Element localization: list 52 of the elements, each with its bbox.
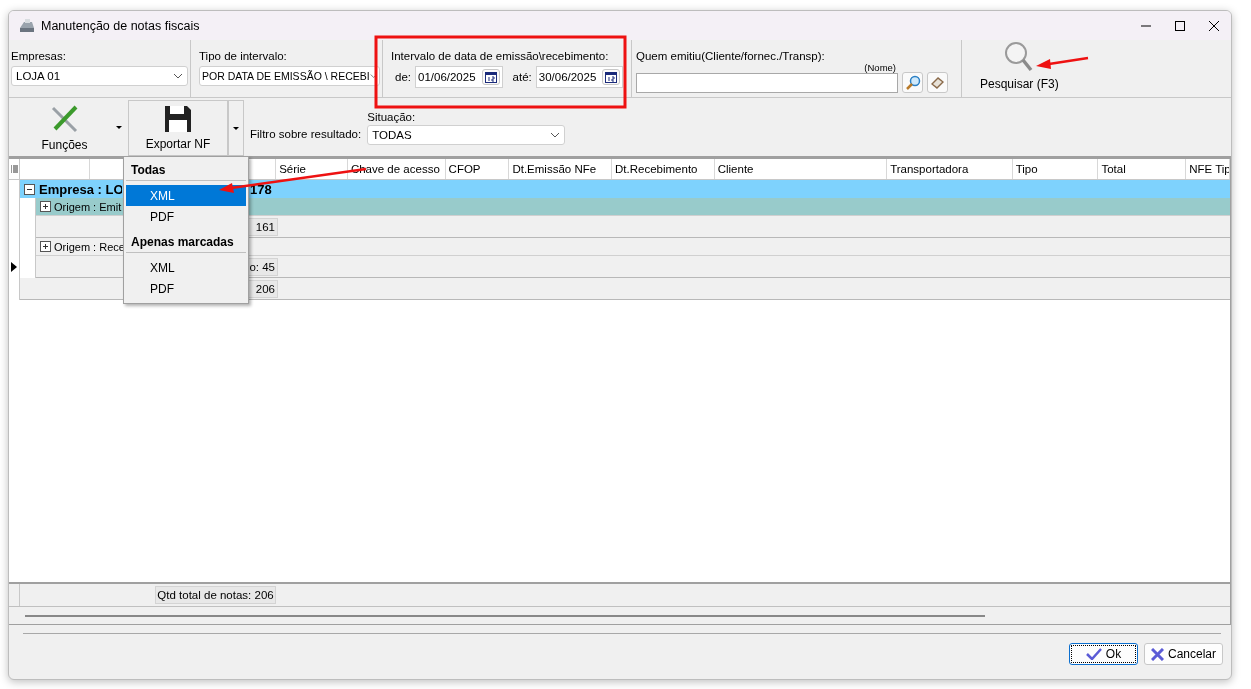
column-header[interactable]: Dt.Recebimento (612, 159, 715, 179)
close-icon (1150, 647, 1164, 661)
column-header[interactable]: CFOP (445, 159, 510, 179)
column-header[interactable]: Total (1098, 159, 1187, 179)
address-book-button[interactable] (927, 72, 948, 93)
search-button[interactable]: Pesquisar (F3) (974, 37, 1065, 95)
filter-label: Filtro sobre resultado: (250, 128, 362, 140)
arrow (1036, 56, 1089, 69)
column-header[interactable]: Cliente (714, 159, 888, 179)
field-label: Tipo de intervalo: (199, 50, 288, 62)
status-dropdown[interactable]: TODAS (367, 125, 566, 145)
column-header[interactable]: Série (276, 159, 348, 179)
chevron-down-icon (369, 73, 377, 79)
calendar-button[interactable] (602, 69, 621, 85)
company-dropdown[interactable]: LOJA 01 (11, 66, 188, 86)
issuer-input-field[interactable] (636, 73, 898, 93)
calendar-button[interactable] (481, 69, 500, 85)
cancel-button[interactable]: Cancelar (1143, 643, 1223, 665)
total-summary: Qtd total de notas: 206 (155, 586, 276, 604)
field-label: Intervalo de data de emissão\recebimento: (391, 50, 610, 62)
collapse-icon[interactable] (24, 183, 35, 195)
search-button[interactable] (902, 72, 923, 93)
field-label: Situação: (367, 111, 417, 123)
menu-item[interactable]: XML (126, 185, 246, 206)
field-label: até: (512, 71, 532, 83)
scrollbar-thumb[interactable] (25, 614, 985, 617)
subgroup-row[interactable]: Origem : Rece (36, 238, 123, 256)
field-label: Quem emitiu(Cliente/fornec./Transp): (636, 50, 826, 62)
date-field[interactable]: 01/06/2025 (415, 66, 503, 88)
subgroup-row[interactable]: Origem : Emit (36, 198, 123, 216)
register-icon (19, 18, 35, 33)
column-header[interactable]: Dt.Emissão NFe (509, 159, 613, 179)
column-header[interactable]: Tipo (1012, 159, 1099, 179)
ok-button[interactable]: Ok (1068, 643, 1138, 665)
column-chooser-icon[interactable] (10, 164, 18, 174)
chevron-down-icon (173, 73, 183, 79)
checkmark-icon (1085, 648, 1102, 660)
chevron-down-icon (550, 132, 561, 138)
functions-button[interactable]: Funções (11, 98, 118, 156)
expand-icon[interactable] (40, 241, 51, 252)
expand-icon[interactable] (40, 201, 51, 212)
field-label: Empresas: (11, 50, 67, 62)
date-field[interactable]: 30/06/2025 (535, 66, 624, 88)
menu-heading: Todas (126, 159, 246, 181)
group-count: 178 (250, 181, 272, 197)
export-button[interactable]: Exportar NF (128, 100, 228, 156)
window-title: Manutenção de notas fiscais (41, 18, 200, 33)
interval-type-dropdown[interactable]: POR DATA DE EMISSÃO \ RECEBI (199, 66, 380, 86)
menu-heading: Apenas marcadas (126, 231, 246, 253)
field-label: de: (395, 71, 411, 83)
column-header[interactable]: Transportadora (887, 159, 1013, 179)
field-hint: (Nome) (864, 62, 896, 73)
